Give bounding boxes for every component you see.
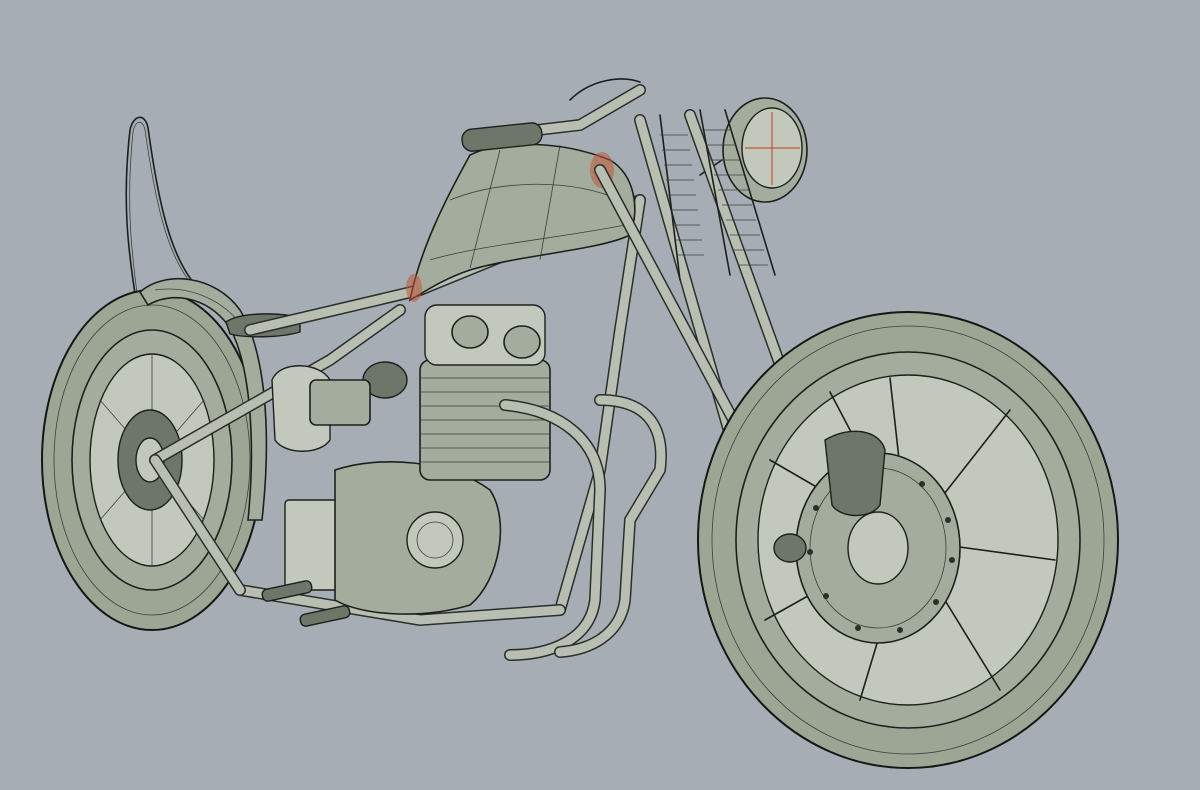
motorcycle-model (41, 78, 1119, 769)
handlebars (461, 78, 646, 152)
front-axle (773, 533, 807, 563)
front-wheel (697, 311, 1119, 769)
engine (284, 304, 551, 615)
oil-tank (271, 365, 371, 452)
front-caliper (824, 430, 886, 517)
sissy-bar (125, 116, 201, 301)
render-viewport (0, 0, 1200, 790)
